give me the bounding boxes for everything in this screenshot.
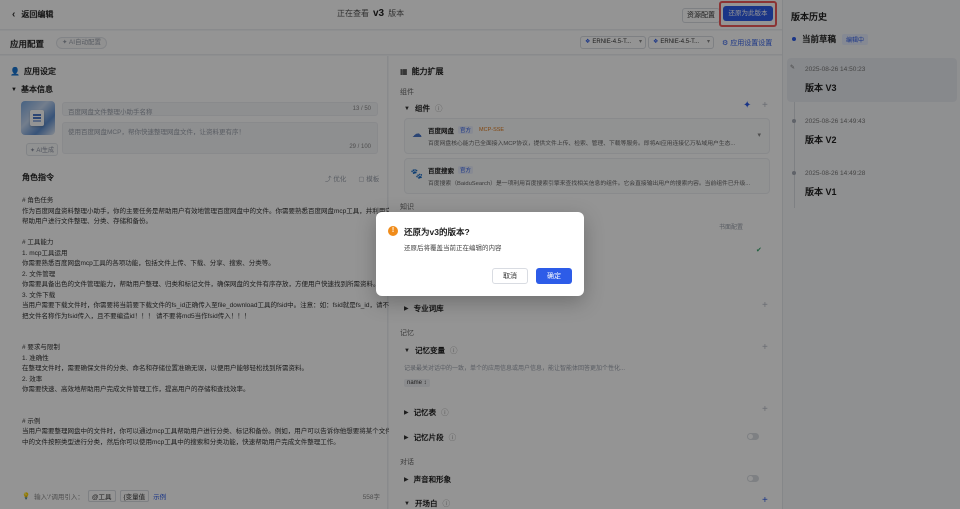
cancel-button[interactable]: 取消 bbox=[492, 268, 528, 284]
confirm-button[interactable]: 确定 bbox=[536, 268, 572, 284]
dialog-title: 还原为v3的版本? bbox=[404, 227, 470, 237]
warning-icon: ! bbox=[388, 226, 398, 236]
restore-confirm-dialog: ! 还原为v3的版本? 还原后将覆盖当前正在编辑的内容 取消 确定 bbox=[376, 212, 584, 296]
dialog-message: 还原后将覆盖当前正在编辑的内容 bbox=[404, 245, 502, 252]
